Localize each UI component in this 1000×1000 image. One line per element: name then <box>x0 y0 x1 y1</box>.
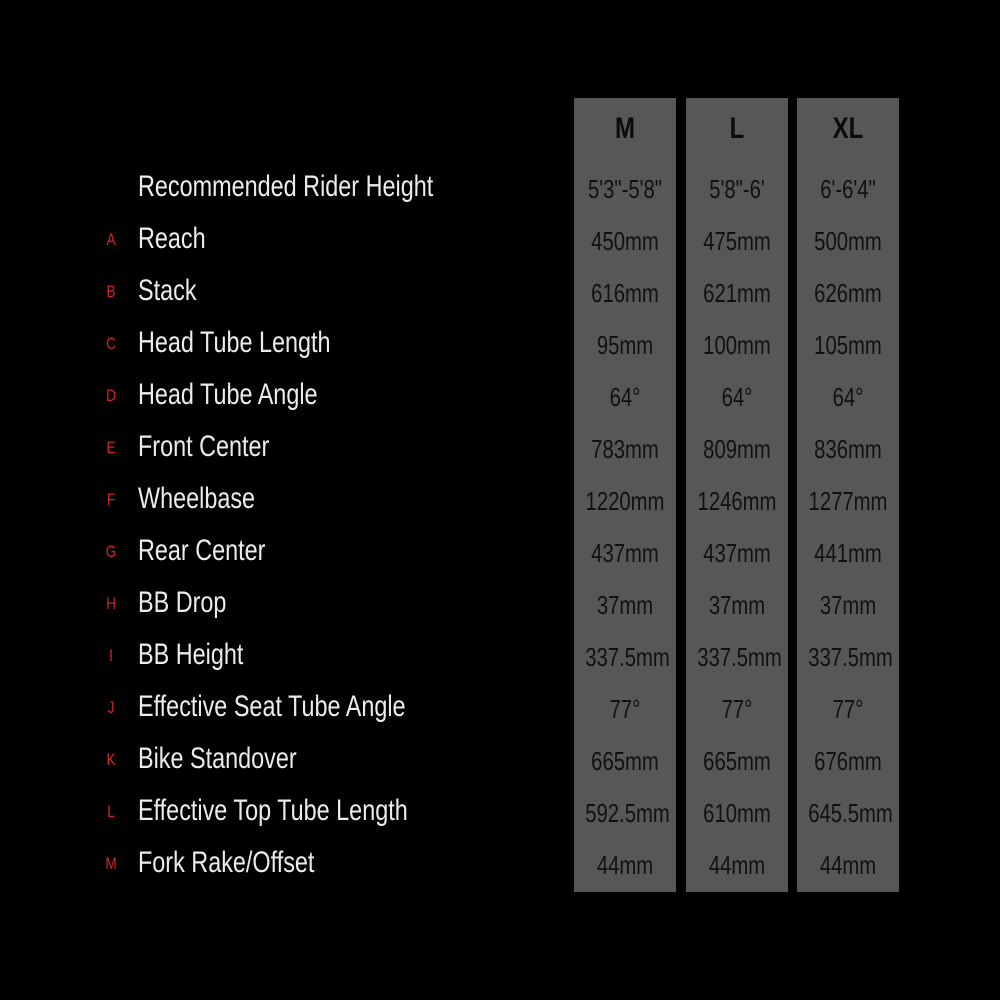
value-l: 77° <box>721 694 753 724</box>
value-xl: 337.5mm <box>808 642 893 672</box>
table-row: J Effective Seat Tube Angle 77° 77° 77° <box>0 684 1000 736</box>
value-l: 809mm <box>703 434 771 464</box>
value-xl: 105mm <box>814 330 882 360</box>
value-xl: 1277mm <box>808 486 888 516</box>
row-letter: G <box>105 542 117 561</box>
table-row: E Front Center 783mm 809mm 836mm <box>0 424 1000 476</box>
value-xl: 441mm <box>814 538 882 568</box>
value-l: 37mm <box>708 590 766 620</box>
value-xl: 6'-6'4" <box>820 174 876 204</box>
value-m: 5'3"-5'8" <box>587 174 663 204</box>
table-row: G Rear Center 437mm 437mm 441mm <box>0 528 1000 580</box>
value-l: 100mm <box>703 330 771 360</box>
table-row: I BB Height 337.5mm 337.5mm 337.5mm <box>0 632 1000 684</box>
value-xl: 77° <box>832 694 864 724</box>
row-label: Effective Seat Tube Angle <box>138 690 406 723</box>
row-label: Front Center <box>138 430 270 463</box>
value-xl: 626mm <box>814 278 882 308</box>
value-l: 437mm <box>703 538 771 568</box>
table-row: H BB Drop 37mm 37mm 37mm <box>0 580 1000 632</box>
table-row: A Reach 450mm 475mm 500mm <box>0 216 1000 268</box>
row-letter: C <box>106 334 116 353</box>
value-m: 450mm <box>591 226 659 256</box>
table-row: K Bike Standover 665mm 665mm 676mm <box>0 736 1000 788</box>
value-l: 337.5mm <box>697 642 782 672</box>
table-row: F Wheelbase 1220mm 1246mm 1277mm <box>0 476 1000 528</box>
value-m: 37mm <box>596 590 654 620</box>
row-label: Recommended Rider Height <box>138 170 434 203</box>
row-letter: L <box>107 802 115 821</box>
row-label: Stack <box>138 274 197 307</box>
value-xl: 64° <box>832 382 864 412</box>
value-l: 475mm <box>703 226 771 256</box>
row-label: BB Drop <box>138 586 227 619</box>
row-label: Rear Center <box>138 534 266 567</box>
row-letter: I <box>109 646 113 665</box>
table-row: Recommended Rider Height 5'3"-5'8" 5'8"-6'… <box>0 164 1000 216</box>
row-letter: J <box>107 698 115 717</box>
value-l: 665mm <box>703 746 771 776</box>
row-letter: D <box>106 386 116 405</box>
value-m: 77° <box>609 694 641 724</box>
value-l: 1246mm <box>697 486 777 516</box>
value-xl: 37mm <box>819 590 877 620</box>
value-xl: 500mm <box>814 226 882 256</box>
row-label: Fork Rake/Offset <box>138 846 315 879</box>
value-l: 44mm <box>708 850 766 880</box>
size-header-m: M <box>615 112 635 145</box>
table-row: M Fork Rake/Offset 44mm 44mm 44mm <box>0 840 1000 892</box>
value-xl: 44mm <box>819 850 877 880</box>
row-letter: F <box>106 490 116 509</box>
row-label: Reach <box>138 222 206 255</box>
table-row: C Head Tube Length 95mm 100mm 105mm <box>0 320 1000 372</box>
size-header-xl: XL <box>832 112 864 145</box>
value-m: 95mm <box>596 330 654 360</box>
value-m: 592.5mm <box>585 798 670 828</box>
size-header-l: L <box>729 112 745 145</box>
row-letter: A <box>106 230 116 249</box>
value-l: 610mm <box>703 798 771 828</box>
row-letter: H <box>106 594 116 613</box>
table-row: D Head Tube Angle 64° 64° 64° <box>0 372 1000 424</box>
row-label: Effective Top Tube Length <box>138 794 408 827</box>
row-letter: B <box>106 282 116 301</box>
value-m: 665mm <box>591 746 659 776</box>
table-row: L Effective Top Tube Length 592.5mm 610mm 64… <box>0 788 1000 840</box>
row-label: BB Height <box>138 638 244 671</box>
row-letter: K <box>106 750 116 769</box>
value-xl: 836mm <box>814 434 882 464</box>
value-m: 64° <box>609 382 641 412</box>
value-m: 437mm <box>591 538 659 568</box>
value-l: 64° <box>721 382 753 412</box>
value-l: 621mm <box>703 278 771 308</box>
value-m: 783mm <box>591 434 659 464</box>
value-m: 616mm <box>591 278 659 308</box>
row-label: Wheelbase <box>138 482 256 515</box>
value-m: 337.5mm <box>585 642 670 672</box>
row-letter: E <box>106 438 116 457</box>
row-label: Head Tube Angle <box>138 378 318 411</box>
row-label: Head Tube Length <box>138 326 331 359</box>
value-xl: 645.5mm <box>808 798 893 828</box>
value-m: 1220mm <box>585 486 665 516</box>
row-label: Bike Standover <box>138 742 297 775</box>
value-l: 5'8"-6' <box>709 174 765 204</box>
value-xl: 676mm <box>814 746 882 776</box>
table-row: B Stack 616mm 621mm 626mm <box>0 268 1000 320</box>
row-letter: M <box>105 854 117 873</box>
value-m: 44mm <box>596 850 654 880</box>
